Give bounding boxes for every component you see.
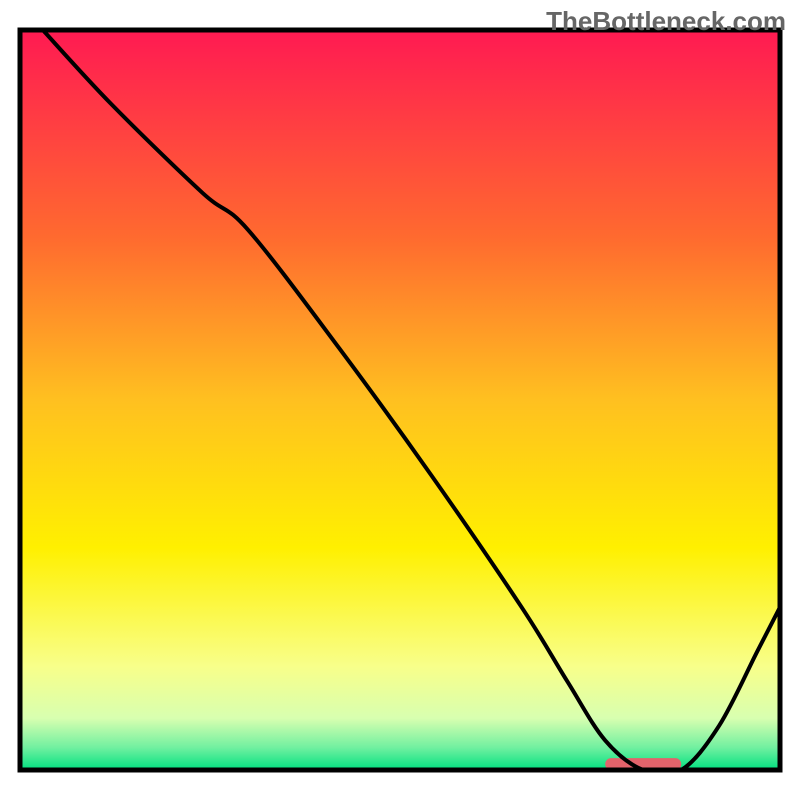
watermark-text: TheBottleneck.com (546, 6, 786, 37)
plot-background (20, 30, 780, 770)
chart-svg (0, 0, 800, 800)
chart-container: TheBottleneck.com (0, 0, 800, 800)
